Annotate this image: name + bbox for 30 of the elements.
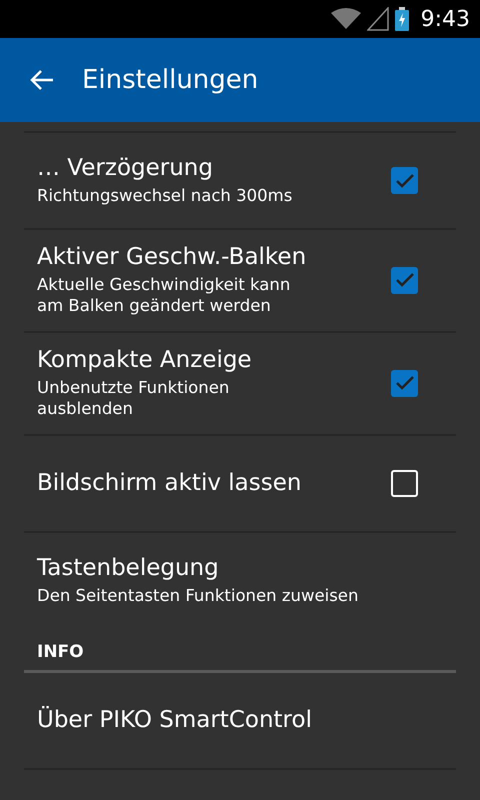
settings-item[interactable]: Kompakte Anzeige Unbenutzte Funktionen ausblenden [24, 332, 456, 436]
item-summary: Aktuelle Geschwindigkeit kann am Balken geändert werden [37, 274, 292, 317]
checkbox[interactable] [391, 370, 418, 397]
checkmark-icon [394, 375, 414, 392]
settings-item[interactable]: Über PIKO SmartControl [24, 672, 456, 770]
item-summary: Unbenutzte Funktionen ausblenden [37, 376, 230, 420]
item-title: Kompakte Anzeige [37, 346, 253, 373]
checkbox[interactable] [391, 266, 418, 294]
cell-signal-icon [366, 7, 389, 31]
section-header: INFO [37, 642, 84, 662]
checkbox[interactable] [391, 470, 418, 497]
app-bar-title: Einstellungen [82, 65, 258, 95]
wifi-icon [330, 8, 361, 30]
item-summary: Den Seitentasten Funktionen zuweisen [37, 584, 360, 606]
checkmark-icon [394, 172, 414, 188]
checkbox[interactable] [391, 167, 418, 194]
back-arrow-icon [30, 69, 54, 91]
item-title: Bildschirm aktiv lassen [37, 470, 302, 496]
item-title: Tastenbelegung [37, 554, 220, 581]
item-title: … Verzögerung [37, 154, 214, 181]
item-title: Aktiver Geschw.-Balken [37, 244, 308, 270]
settings-item[interactable]: Bildschirm aktiv lassen [24, 436, 456, 533]
settings-item[interactable]: Aktiver Geschw.-Balken Aktuelle Geschwindigkeit kann am Balken geändert werden [24, 230, 456, 333]
checkmark-icon [394, 272, 414, 288]
settings-item[interactable]: … Verzögerung Richtungswechsel nach 300ms [24, 133, 456, 230]
item-summary: Richtungswechsel nach 300ms [37, 184, 294, 206]
clock-time: 9:43 [420, 6, 470, 32]
settings-item[interactable]: Tastenbelegung Den Seitentasten Funktionen zuweisen [24, 532, 456, 630]
item-title: Über PIKO SmartControl [37, 707, 313, 734]
battery-icon [394, 7, 409, 31]
